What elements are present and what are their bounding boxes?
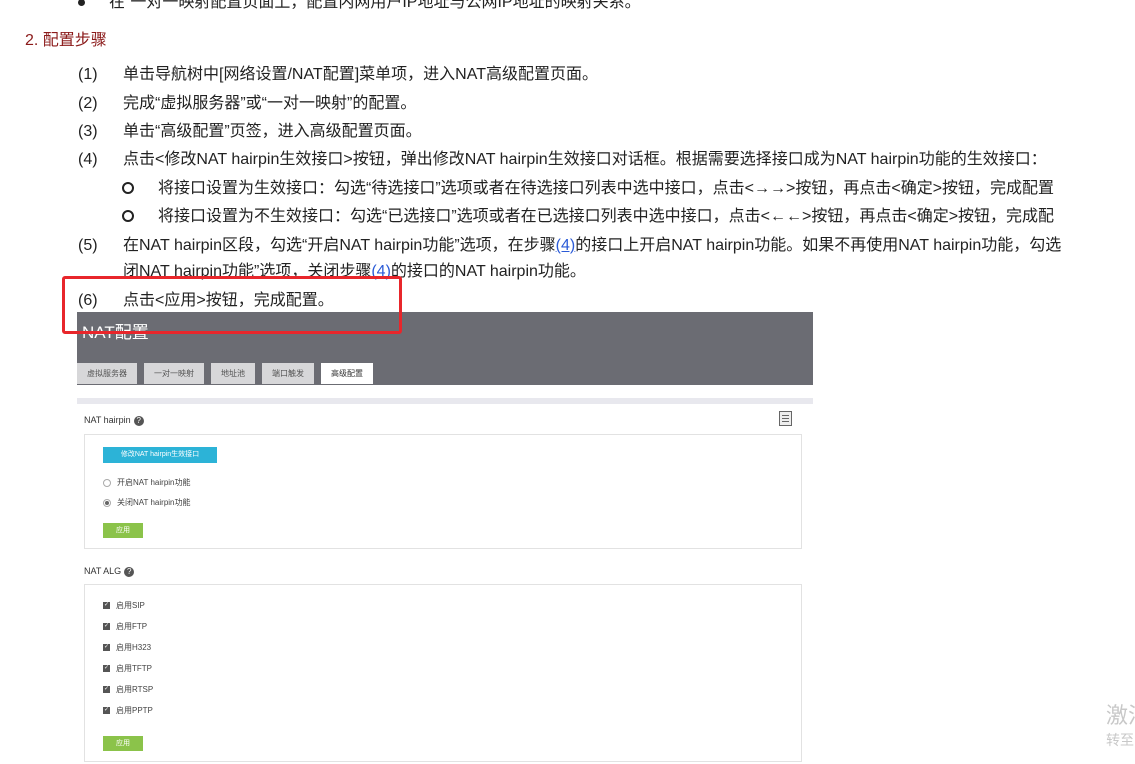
nat-config-tabs: 虚拟服务器 一对一映射 地址池 端口触发 高级配置 [77, 363, 380, 384]
checkbox-pptp[interactable]: ✓ 启用PPTP [103, 705, 153, 716]
content-strip [77, 398, 813, 404]
apply-button-alg[interactable]: 应用 [103, 736, 143, 751]
activation-watermark: 激活 [1106, 703, 1135, 728]
radio-icon[interactable] [103, 478, 111, 487]
checkbox-icon[interactable]: ✓ [103, 623, 110, 631]
checkbox-h323[interactable]: ✓ 启用H323 [103, 642, 151, 653]
checkbox-ftp[interactable]: ✓ 启用FTP [103, 621, 147, 632]
nat-alg-label: NAT ALG? [84, 566, 135, 577]
bullet-icon [78, 0, 85, 7]
step-4-sub-b: 将接口设置为不生效接口：勾选“已选接口”选项或者在已选接口列表中选中接口，点击<… [122, 202, 1054, 226]
checkbox-icon[interactable]: ✓ [103, 665, 110, 673]
step-4: (4) 点击<修改NAT hairpin生效接口>按钮，弹出修改NAT hairp… [78, 151, 1047, 168]
checkbox-tftp[interactable]: ✓ 启用TFTP [103, 663, 152, 674]
checkbox-rtsp[interactable]: ✓ 启用RTSP [103, 684, 153, 695]
nat-hairpin-label: NAT hairpin? [84, 415, 144, 426]
checkbox-icon[interactable]: ✓ [103, 602, 110, 610]
checkbox-icon[interactable]: ✓ [103, 644, 110, 652]
tab-one-to-one[interactable]: 一对一映射 [144, 363, 204, 384]
modify-hairpin-interface-button[interactable]: 修改NAT hairpin生效接口 [103, 447, 217, 463]
tab-address-pool[interactable]: 地址池 [211, 363, 255, 384]
tab-virtual-server[interactable]: 虚拟服务器 [77, 363, 137, 384]
help-icon[interactable]: ? [124, 567, 135, 577]
step-3: (3) 单击“高级配置”页签，进入高级配置页面。 [78, 123, 422, 140]
step-4-link[interactable]: (4) [556, 237, 576, 254]
nat-alg-panel [84, 584, 802, 762]
step-4-sub-a: 将接口设置为生效接口：勾选“待选接口”选项或者在待选接口列表中选中接口，点击<→… [122, 174, 1054, 198]
tab-port-trigger[interactable]: 端口触发 [262, 363, 314, 384]
help-icon[interactable]: ? [133, 416, 144, 426]
section-title: 2. 配置步骤 [25, 32, 107, 49]
tab-advanced[interactable]: 高级配置 [321, 363, 373, 384]
step-2: (2) 完成“虚拟服务器”或“一对一映射”的配置。 [78, 95, 417, 112]
checkbox-icon[interactable]: ✓ [103, 707, 110, 715]
circle-bullet-icon [122, 209, 134, 222]
document-icon[interactable] [779, 411, 792, 426]
radio-enable-hairpin[interactable]: 开启NAT hairpin功能 [103, 477, 191, 488]
circle-bullet-icon [122, 181, 134, 194]
apply-button-hairpin[interactable]: 应用 [103, 523, 143, 538]
step-1: (1) 单击导航树中[网络设置/NAT配置]菜单项，进入NAT高级配置页面。 [78, 66, 598, 83]
checkbox-sip[interactable]: ✓ 启用SIP [103, 600, 145, 611]
step-5: (5) 在NAT hairpin区段，勾选“开启NAT hairpin功能”选项，… [78, 237, 1062, 254]
checkbox-icon[interactable]: ✓ [103, 686, 110, 694]
activation-watermark-sub: 转至 [1106, 732, 1134, 748]
radio-disable-hairpin[interactable]: 关闭NAT hairpin功能 [103, 497, 191, 508]
previous-bullet-line: 在“一对一映射配置页面上，配置内网用户IP地址与公网IP地址的映射关系。 [78, 0, 641, 12]
highlight-box [62, 276, 402, 334]
radio-icon[interactable] [103, 498, 111, 507]
